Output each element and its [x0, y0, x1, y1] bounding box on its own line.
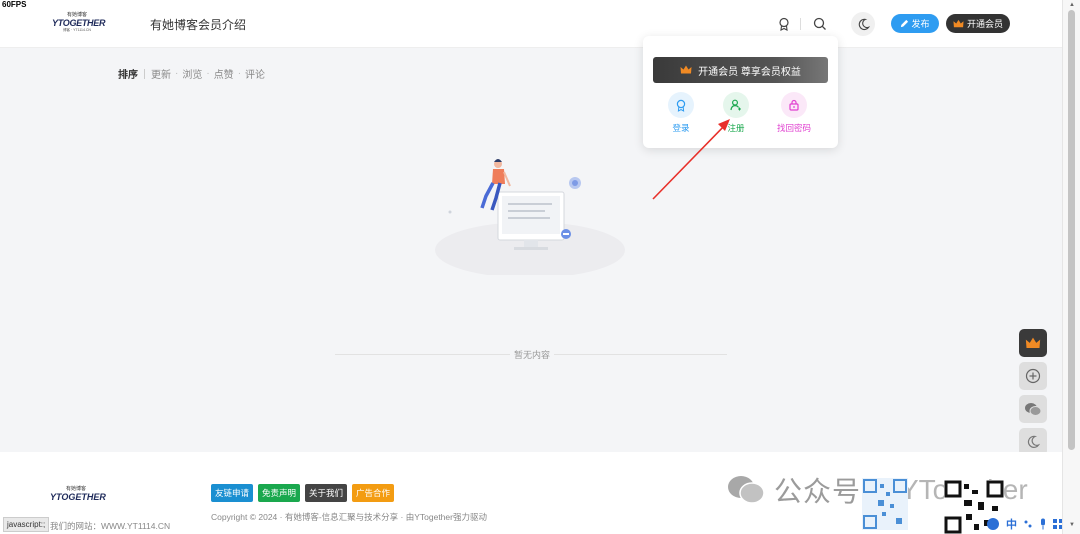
crown-icon [953, 19, 964, 27]
sort-bar: 排序 更新 · 浏览 · 点赞 · 评论 [118, 66, 265, 81]
open-vip-button[interactable]: 开通会员 [946, 14, 1010, 33]
annotation-arrow [652, 119, 730, 200]
scroll-up-arrow[interactable]: ▲ [1069, 2, 1075, 8]
header-divider [800, 18, 801, 30]
float-add-button[interactable] [1019, 362, 1047, 390]
pencil-icon [901, 19, 909, 28]
sort-dot: · [237, 68, 242, 79]
input-method-icon[interactable] [986, 517, 1000, 531]
page-scrollbar[interactable]: ▲ ▼ [1062, 0, 1080, 534]
sort-comments[interactable]: 评论 [245, 66, 265, 81]
wechat-icon [728, 476, 765, 504]
empty-message: 暂无内容 [510, 348, 555, 361]
moon-icon [1027, 435, 1040, 448]
publish-button[interactable]: 发布 [891, 14, 939, 33]
user-badge-icon[interactable] [775, 15, 793, 33]
wechat-icon [1025, 402, 1042, 416]
scrollbar-thumb[interactable] [1068, 10, 1075, 450]
copyright: Copyright © 2024 · 有她博客-信息汇聚与技术分享 · 由YTo… [211, 512, 487, 522]
moon-icon [858, 18, 870, 30]
footer-tags: 友链申请 免责声明 关于我们 广告合作 [211, 484, 395, 502]
site-logo[interactable]: 有她博客 YTOGETHER 博客 · YT1114.CN [52, 12, 106, 36]
dark-mode-toggle[interactable] [851, 12, 875, 36]
sort-label: 排序 [118, 70, 138, 81]
scroll-down-arrow[interactable]: ▼ [1069, 522, 1075, 528]
ime-chinese-indicator[interactable]: 中 [1006, 516, 1017, 532]
lock-icon [781, 92, 807, 118]
tag-disclaimer[interactable]: 免责声明 [258, 484, 301, 502]
browser-status-bar: javascript:; [3, 517, 50, 532]
logo-sub: 博客 · YT1114.CN [63, 28, 91, 32]
sort-update[interactable]: 更新 [151, 66, 171, 81]
microphone-icon[interactable] [1039, 518, 1047, 530]
tag-ads[interactable]: 广告合作 [352, 484, 395, 502]
sort-dot: · [206, 68, 210, 79]
forgot-password-button[interactable]: 找回密码 [769, 92, 819, 134]
sort-dot: · [175, 68, 179, 79]
empty-illustration [430, 150, 630, 278]
crown-icon [1025, 337, 1041, 348]
punctuation-icon[interactable] [1023, 519, 1033, 529]
tag-about[interactable]: 关于我们 [305, 484, 348, 502]
popup-vip-banner[interactable]: 开通会员 尊享会员权益 [653, 57, 828, 83]
search-icon[interactable] [811, 15, 829, 33]
crown-icon [680, 65, 692, 74]
forgot-password-label: 找回密码 [776, 123, 811, 133]
footer-logo[interactable]: 有她博客 YTOGETHER [50, 486, 106, 502]
wechat-watermark: 公众号 [726, 470, 861, 510]
popup-vip-label: 开通会员 尊享会员权益 [698, 66, 801, 78]
vip-label: 开通会员 [966, 19, 1003, 29]
footer-logo-en: YTOGETHER [50, 492, 106, 502]
sort-divider [144, 68, 145, 79]
fps-counter: 60FPS [2, 0, 27, 9]
qr-code-image [862, 478, 908, 530]
tag-friend-link[interactable]: 友链申请 [211, 484, 254, 502]
top-header: 有她博客 YTOGETHER 博客 · YT1114.CN 有她博客会员介绍 发… [0, 0, 1062, 48]
float-vip-button[interactable] [1019, 329, 1047, 357]
footer-site: 我们的网站：WWW.YT1114.CN [50, 521, 171, 531]
float-wechat-button[interactable] [1019, 395, 1047, 423]
plus-circle-icon [1025, 368, 1041, 384]
watermark-text: 公众号 [774, 476, 862, 507]
logo-en: YTOGETHER [52, 18, 106, 28]
sort-likes[interactable]: 点赞 [214, 66, 234, 81]
nav-member-intro[interactable]: 有她博客会员介绍 [150, 16, 246, 33]
publish-label: 发布 [911, 19, 930, 29]
sort-views[interactable]: 浏览 [182, 66, 202, 81]
